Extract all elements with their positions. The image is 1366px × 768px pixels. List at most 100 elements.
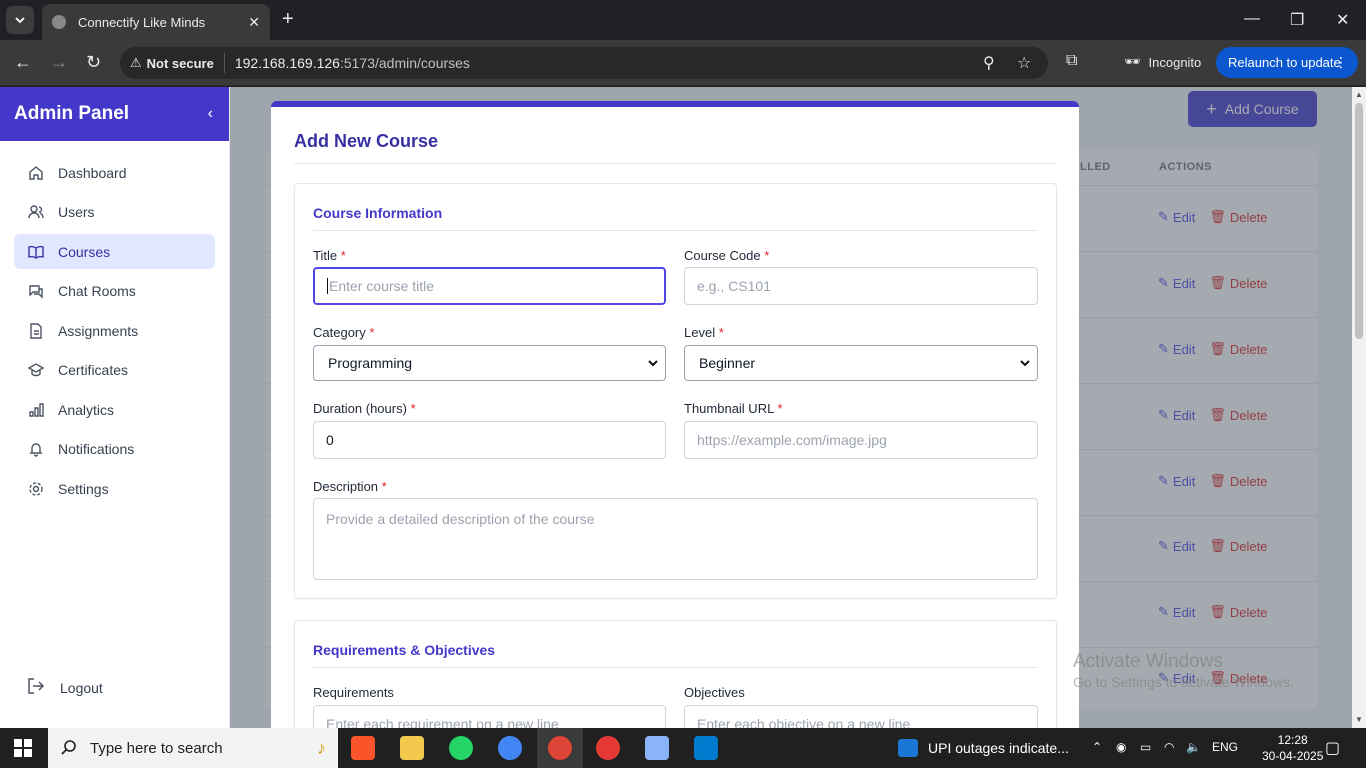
reload-button[interactable]: ↻ [86,52,101,73]
more-vert-icon[interactable]: ⋮ [1334,54,1348,71]
section-title: Requirements & Objectives [313,642,496,658]
url-host: 192.168.169.126 [234,55,340,71]
sidebar-menu: Dashboard Users Courses Chat Rooms Assig… [0,141,229,506]
category-label: Category * [313,325,374,340]
url-path: :5173/admin/courses [339,55,470,71]
logout-button[interactable]: Logout [14,677,103,698]
level-select[interactable]: Beginner [684,345,1038,381]
brave-icon[interactable] [351,736,375,760]
course-code-input[interactable]: e.g., CS101 [684,267,1038,305]
extensions-icon[interactable]: ⧉ [1066,52,1077,70]
sidebar-item-assignments[interactable]: Assignments [14,313,215,348]
taskbar: Type here to search ♪ UPI outages indica… [0,728,1366,768]
news-widget[interactable]: UPI outages indicate... [898,739,1069,757]
home-icon [28,165,44,181]
chrome-icon[interactable] [498,736,522,760]
sidebar-item-label: Users [58,204,95,220]
sidebar-item-settings[interactable]: Settings [14,471,215,506]
duration-input[interactable]: 0 [313,421,666,459]
bar-chart-icon [28,402,44,418]
sidebar-item-chat-rooms[interactable]: Chat Rooms [14,274,215,309]
volume-icon[interactable]: 🔈 [1186,740,1201,754]
thumbnail-url-label: Thumbnail URL * [684,401,783,416]
battery-icon[interactable]: ▭ [1140,740,1151,754]
sidebar-item-courses[interactable]: Courses [14,234,215,269]
chrome-incognito-icon[interactable] [548,736,572,760]
required-marker: * [764,248,770,263]
scroll-thumb[interactable] [1355,103,1363,339]
wifi-icon[interactable]: ◠ [1164,740,1174,754]
back-button[interactable]: ← [14,52,32,73]
required-marker: * [369,325,375,340]
sidebar-item-dashboard[interactable]: Dashboard [14,155,215,190]
course-code-placeholder: e.g., CS101 [697,278,771,294]
file-explorer-icon[interactable] [400,736,424,760]
app-icon[interactable] [645,736,669,760]
sidebar-item-label: Assignments [58,322,139,339]
close-window-button[interactable]: ✕ [1336,10,1349,30]
category-select[interactable]: Programming [313,345,666,381]
section-title: Course Information [313,205,443,221]
sidebar-item-label: Courses [58,243,111,260]
favicon-icon [52,15,66,29]
level-label: Level * [684,325,724,340]
wps-office-icon[interactable] [596,736,620,760]
sidebar-header: Admin Panel ‹ [0,87,229,141]
description-textarea[interactable]: Provide a detailed description of the co… [313,498,1038,580]
sidebar-item-notifications[interactable]: Notifications [14,432,215,467]
star-icon[interactable]: ☆ [1017,53,1031,73]
camera-icon[interactable]: ◉ [1116,740,1126,754]
security-chip[interactable]: ⚠ Not secure [130,53,225,73]
tab-list-button[interactable] [6,6,34,34]
sidebar-item-label: Certificates [58,362,129,378]
sidebar-item-certificates[interactable]: Certificates [14,353,215,388]
sidebar-item-analytics[interactable]: Analytics [14,392,215,427]
title-label: Title * [313,248,346,263]
search-highlight-icon: ♪ [317,737,326,758]
divider [313,230,1038,231]
logout-icon [26,677,45,698]
page: Admin Panel ‹ Dashboard Users Courses Ch… [0,87,1366,728]
activate-windows-watermark: Activate Windows Go to Settings to activ… [1073,652,1294,692]
windows-start-icon[interactable] [14,739,32,757]
scroll-up-icon[interactable]: ▲ [1355,90,1363,99]
page-scrollbar[interactable]: ▲ ▼ [1352,87,1366,728]
relaunch-button[interactable]: Relaunch to update ⋮ [1216,47,1358,78]
clock[interactable]: 12:28 30-04-2025 [1262,732,1323,764]
scroll-down-icon[interactable]: ▼ [1355,715,1363,724]
taskbar-search[interactable]: Type here to search ♪ [48,728,338,768]
incognito-icon: 🕶 [1124,54,1141,69]
book-icon [28,244,44,260]
language-indicator[interactable]: ENG [1212,740,1238,754]
whatsapp-icon[interactable] [449,736,473,760]
required-marker: * [381,479,387,494]
sidebar-title: Admin Panel [14,103,130,124]
requirements-objectives-section: Requirements & Objectives Requirements E… [294,620,1057,728]
divider [313,667,1038,668]
chevron-up-icon[interactable]: ⌃ [1092,740,1102,754]
zoom-icon[interactable]: ⚲ [983,53,995,73]
restore-button[interactable]: ❐ [1290,10,1304,30]
chevron-down-icon [648,360,658,367]
notification-center-icon[interactable]: ▢ [1325,738,1340,758]
level-label-text: Level [684,325,716,340]
description-label-text: Description [313,479,379,494]
forward-button[interactable]: → [50,52,68,73]
thumbnail-url-input[interactable]: https://example.com/image.jpg [684,421,1038,459]
requirements-label: Requirements [313,685,394,700]
requirements-textarea[interactable]: Enter each requirement on a new line [313,705,666,728]
address-bar[interactable]: ⚠ Not secure 192.168.169.126:5173/admin/… [120,47,1048,79]
objectives-textarea[interactable]: Enter each objective on a new line [684,705,1038,728]
title-label-text: Title [313,248,338,263]
incognito-indicator[interactable]: 🕶 Incognito [1124,54,1201,70]
close-tab-icon[interactable]: ✕ [248,14,260,31]
new-tab-button[interactable]: + [282,8,294,31]
title-input[interactable]: Enter course title [313,267,666,305]
vscode-icon[interactable] [694,736,718,760]
collapse-chevron-icon[interactable]: ‹ [208,105,213,123]
sidebar-item-users[interactable]: Users [14,195,215,230]
chat-icon [28,283,44,299]
minimize-button[interactable]: — [1244,10,1260,28]
clock-time: 12:28 [1277,733,1308,747]
browser-tab[interactable]: Connectify Like Minds ✕ [42,4,270,40]
